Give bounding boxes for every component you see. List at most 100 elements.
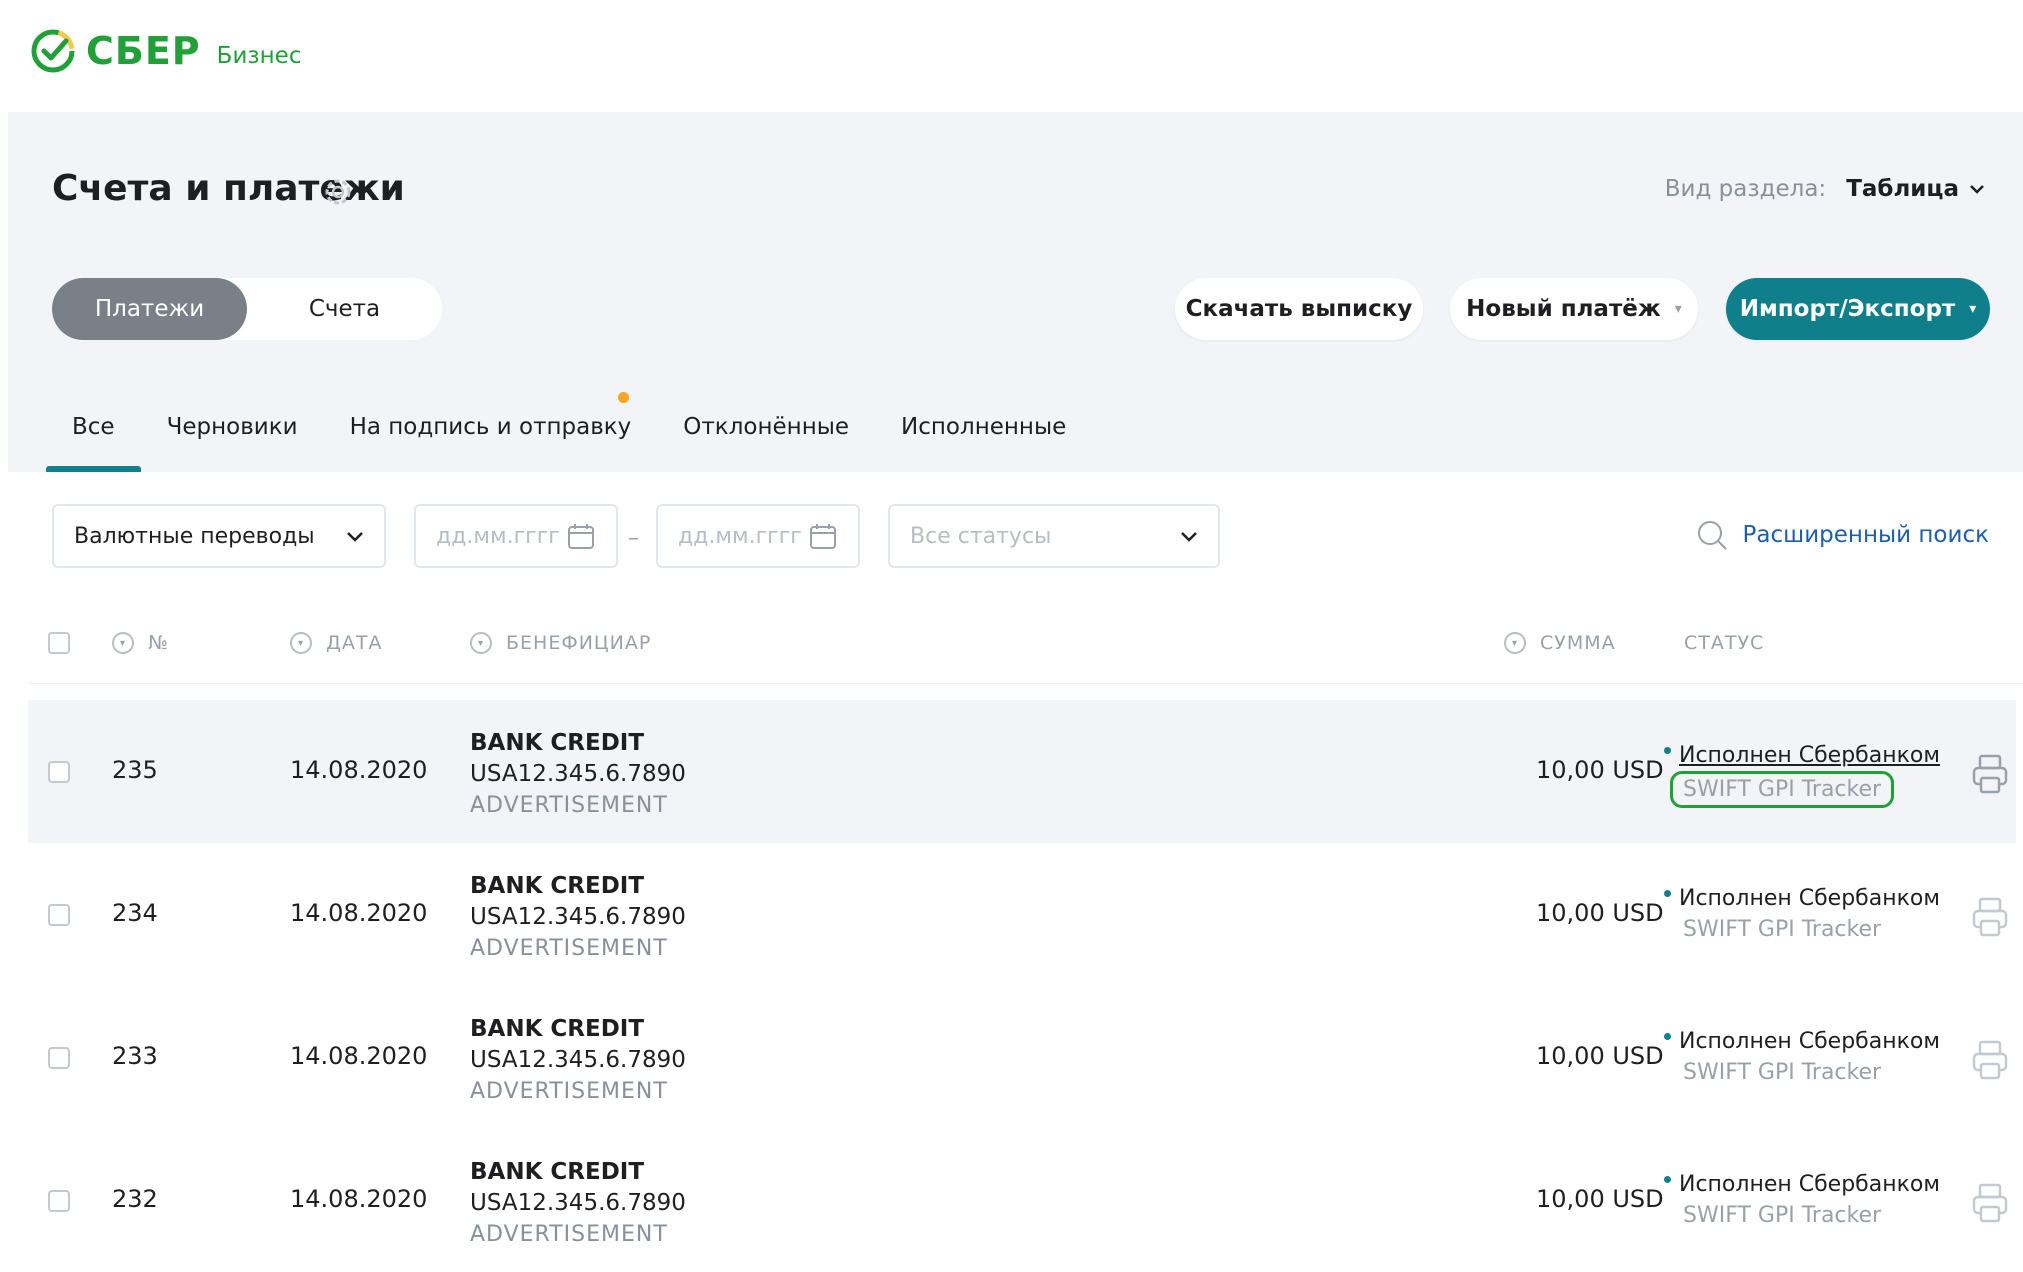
date-to-input[interactable]: дд.мм.гггг bbox=[656, 504, 860, 568]
caret-down-icon: ▾ bbox=[1674, 301, 1682, 317]
row-checkbox[interactable] bbox=[48, 1190, 70, 1212]
import-export-button[interactable]: Импорт/Экспорт ▾ bbox=[1726, 278, 1990, 340]
column-date[interactable]: ▾ ДАТА bbox=[290, 632, 382, 654]
payment-number: 235 bbox=[112, 756, 158, 784]
caret-down-icon: ▾ bbox=[1969, 301, 1977, 317]
payment-purpose: ADVERTISEMENT bbox=[470, 1222, 668, 1247]
status-select[interactable]: Все статусы bbox=[888, 504, 1220, 568]
beneficiary-name: BANK CREDIT bbox=[470, 1159, 645, 1185]
payment-tabs: Все Черновики На подпись и отправку Откл… bbox=[46, 392, 1092, 472]
print-icon[interactable] bbox=[1970, 895, 2010, 939]
download-statement-button[interactable]: Скачать выписку bbox=[1175, 278, 1423, 340]
print-icon[interactable] bbox=[1970, 1038, 2010, 1082]
table-row[interactable]: 235 14.08.2020 BANK CREDIT USA12.345.6.7… bbox=[28, 700, 2016, 843]
status-text[interactable]: Исполнен Сбербанком bbox=[1664, 1169, 1940, 1200]
transfer-type-value: Валютные переводы bbox=[74, 523, 315, 549]
segment-payments[interactable]: Платежи bbox=[52, 278, 247, 340]
settings-gear-icon[interactable] bbox=[322, 176, 354, 208]
payment-date: 14.08.2020 bbox=[290, 899, 428, 927]
column-num-label: № bbox=[148, 632, 169, 654]
column-num[interactable]: ▾ № bbox=[112, 632, 169, 654]
payment-purpose: ADVERTISEMENT bbox=[470, 936, 668, 961]
sber-logo-icon bbox=[31, 29, 75, 73]
calendar-icon[interactable] bbox=[566, 521, 596, 551]
status-text[interactable]: Исполнен Сбербанком bbox=[1664, 1026, 1940, 1057]
table-row[interactable]: 232 14.08.2020 BANK CREDIT USA12.345.6.7… bbox=[28, 1129, 2016, 1272]
status-dot bbox=[1664, 1033, 1671, 1040]
table-row[interactable]: 234 14.08.2020 BANK CREDIT USA12.345.6.7… bbox=[28, 843, 2016, 986]
beneficiary-cell: BANK CREDIT USA12.345.6.7890 ADVERTISEME… bbox=[470, 728, 686, 821]
sort-icon: ▾ bbox=[1504, 632, 1526, 654]
advanced-search-link[interactable]: Расширенный поиск bbox=[1695, 518, 1989, 552]
swift-tracker-link[interactable]: SWIFT GPI Tracker bbox=[1683, 1200, 1881, 1231]
row-checkbox[interactable] bbox=[48, 904, 70, 926]
beneficiary-name: BANK CREDIT bbox=[470, 1016, 645, 1042]
new-payment-button[interactable]: Новый платёж ▾ bbox=[1450, 278, 1698, 340]
column-amount[interactable]: ▾ СУММА bbox=[1504, 632, 1616, 654]
payment-amount: 10,00 USD bbox=[1536, 1042, 1664, 1070]
beneficiary-cell: BANK CREDIT USA12.345.6.7890 ADVERTISEME… bbox=[470, 1014, 686, 1107]
status-dot bbox=[1664, 890, 1671, 897]
payment-date: 14.08.2020 bbox=[290, 1185, 428, 1213]
column-beneficiary-label: БЕНЕФИЦИАР bbox=[506, 632, 652, 654]
calendar-icon[interactable] bbox=[808, 521, 838, 551]
search-icon bbox=[1697, 521, 1727, 550]
view-mode-value[interactable]: Таблица bbox=[1846, 176, 1985, 202]
transfer-type-select[interactable]: Валютные переводы bbox=[52, 504, 386, 568]
tab-all[interactable]: Все bbox=[46, 392, 141, 472]
sort-icon: ▾ bbox=[470, 632, 492, 654]
column-status-label: СТАТУС bbox=[1684, 632, 1765, 654]
payments-accounts-switch: Платежи Счета bbox=[52, 278, 442, 340]
notification-dot bbox=[618, 392, 630, 403]
print-icon[interactable] bbox=[1970, 752, 2010, 796]
tab-executed[interactable]: Исполненные bbox=[875, 392, 1092, 472]
payment-number: 233 bbox=[112, 1042, 158, 1070]
row-checkbox[interactable] bbox=[48, 761, 70, 783]
logo-name: СБЕР bbox=[86, 29, 201, 73]
tab-to-sign-label: На подпись и отправку bbox=[349, 414, 632, 440]
payment-amount: 10,00 USD bbox=[1536, 1185, 1664, 1213]
date-from-placeholder: дд.мм.гггг bbox=[436, 523, 560, 549]
beneficiary-name: BANK CREDIT bbox=[470, 873, 645, 899]
print-icon[interactable] bbox=[1970, 1181, 2010, 1225]
status-dot bbox=[1664, 1176, 1671, 1183]
status-label: Исполнен Сбербанком bbox=[1679, 1029, 1940, 1054]
table-row[interactable]: 233 14.08.2020 BANK CREDIT USA12.345.6.7… bbox=[28, 986, 2016, 1129]
tab-rejected[interactable]: Отклонённые bbox=[657, 392, 875, 472]
status-label: Исполнен Сбербанком bbox=[1679, 743, 1940, 768]
logo-subtitle: Бизнес bbox=[216, 43, 302, 69]
sber-business-logo[interactable]: СБЕР Бизнес bbox=[30, 28, 301, 74]
select-all-cell bbox=[48, 632, 70, 654]
date-from-input[interactable]: дд.мм.гггг bbox=[414, 504, 618, 568]
segment-accounts[interactable]: Счета bbox=[247, 278, 442, 340]
beneficiary-account: USA12.345.6.7890 bbox=[470, 904, 686, 930]
import-export-label: Импорт/Экспорт bbox=[1739, 296, 1956, 322]
beneficiary-account: USA12.345.6.7890 bbox=[470, 1190, 686, 1216]
swift-tracker-link[interactable]: SWIFT GPI Tracker bbox=[1683, 1057, 1881, 1088]
column-amount-label: СУММА bbox=[1540, 632, 1616, 654]
date-range-separator: – bbox=[628, 526, 639, 551]
status-cell: Исполнен Сбербанком SWIFT GPI Tracker bbox=[1664, 740, 1940, 808]
tab-to-sign[interactable]: На подпись и отправку bbox=[324, 392, 658, 472]
status-label: Исполнен Сбербанком bbox=[1679, 1172, 1940, 1197]
status-text[interactable]: Исполнен Сбербанком bbox=[1664, 883, 1940, 914]
view-mode-selector[interactable]: Вид раздела: Таблица bbox=[1665, 176, 1985, 202]
payment-number: 234 bbox=[112, 899, 158, 927]
tab-drafts[interactable]: Черновики bbox=[141, 392, 324, 472]
column-beneficiary[interactable]: ▾ БЕНЕФИЦИАР bbox=[470, 632, 651, 654]
top-bar: СБЕР Бизнес bbox=[0, 0, 2023, 112]
status-cell: Исполнен Сбербанком SWIFT GPI Tracker bbox=[1664, 883, 1940, 946]
status-placeholder: Все статусы bbox=[910, 523, 1052, 549]
swift-tracker-link[interactable]: SWIFT GPI Tracker bbox=[1683, 914, 1881, 945]
select-all-checkbox[interactable] bbox=[48, 632, 70, 654]
payment-amount: 10,00 USD bbox=[1536, 899, 1664, 927]
status-label: Исполнен Сбербанком bbox=[1679, 886, 1940, 911]
view-mode-value-text: Таблица bbox=[1846, 176, 1959, 202]
swift-tracker-link[interactable]: SWIFT GPI Tracker bbox=[1670, 771, 1895, 808]
beneficiary-name: BANK CREDIT bbox=[470, 730, 645, 756]
status-dot bbox=[1664, 747, 1671, 754]
status-text[interactable]: Исполнен Сбербанком bbox=[1664, 740, 1940, 771]
row-checkbox[interactable] bbox=[48, 1047, 70, 1069]
payment-date: 14.08.2020 bbox=[290, 1042, 428, 1070]
chevron-down-icon bbox=[1181, 532, 1197, 542]
